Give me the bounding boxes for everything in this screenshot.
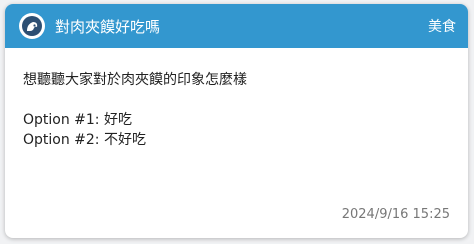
board-name[interactable]: 美食 bbox=[428, 16, 456, 36]
post-title[interactable]: 對肉夾饃好吃嗎 bbox=[55, 16, 428, 37]
avatar bbox=[19, 13, 45, 39]
poll-option-2: Option #2: 不好吃 bbox=[23, 132, 146, 148]
post-text: 想聽聽大家對於肉夾饃的印象怎麼樣 bbox=[23, 72, 247, 88]
post-body: 想聽聽大家對於肉夾饃的印象怎麼樣 Option #1: 好吃 Option #2… bbox=[5, 48, 468, 150]
post-card[interactable]: 對肉夾饃好吃嗎 美食 想聽聽大家對於肉夾饃的印象怎麼樣 Option #1: 好… bbox=[5, 4, 468, 238]
poll-option-1: Option #1: 好吃 bbox=[23, 112, 132, 128]
person-avatar-icon bbox=[22, 16, 42, 36]
post-timestamp: 2024/9/16 15:25 bbox=[341, 207, 450, 222]
post-header: 對肉夾饃好吃嗎 美食 bbox=[5, 4, 468, 48]
